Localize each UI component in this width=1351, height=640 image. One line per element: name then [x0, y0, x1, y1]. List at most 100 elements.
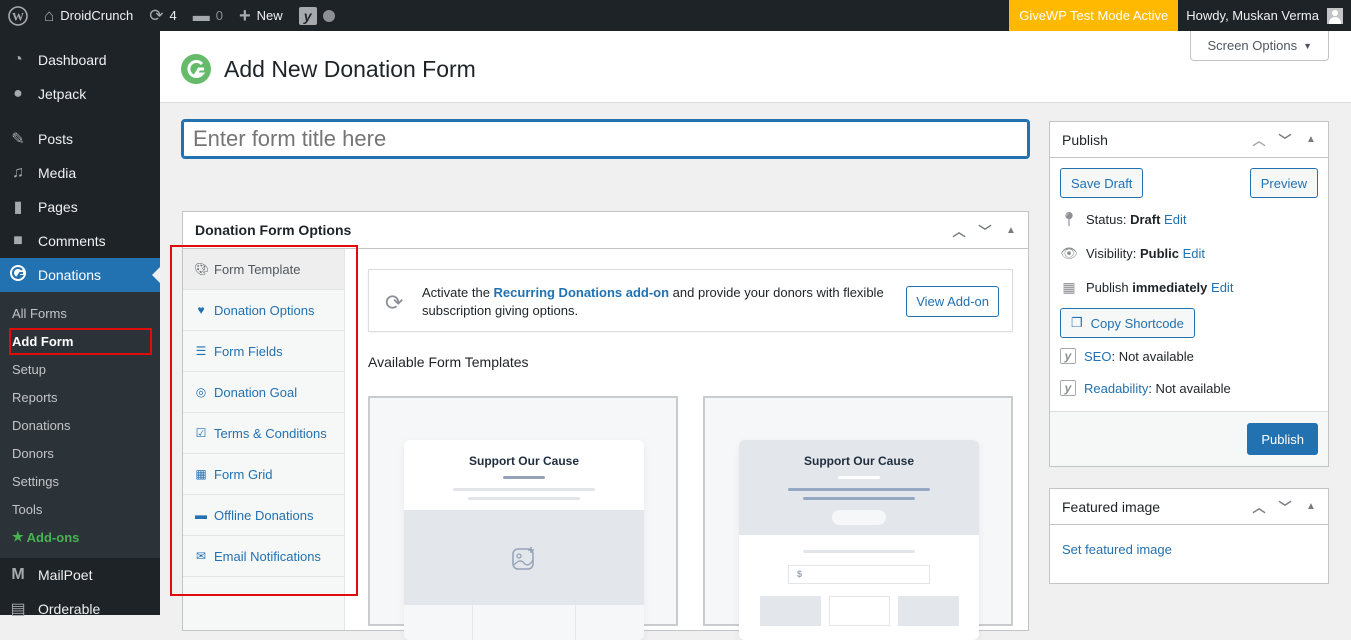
sidebar-item-media[interactable]: ♫ Media — [0, 156, 160, 190]
submenu-donors[interactable]: Donors — [0, 439, 160, 467]
tab-terms-conditions[interactable]: ☑ Terms & Conditions — [183, 413, 344, 454]
move-down-icon[interactable]: ﹀ — [1278, 130, 1292, 149]
heart-icon: ♥ — [197, 303, 205, 317]
donations-submenu: All Forms Add Form Setup Reports Donatio… — [0, 292, 160, 558]
calendar-icon: ▦ — [1062, 278, 1076, 295]
edit-visibility-link[interactable]: Edit — [1183, 246, 1205, 261]
schedule-value: immediately — [1132, 279, 1208, 295]
submenu-add-ons[interactable]: ★ Add-ons — [0, 523, 160, 551]
screen-options-button[interactable]: Screen Options ▼ — [1190, 31, 1329, 61]
pages-icon: ▮ — [13, 199, 23, 216]
submenu-reports[interactable]: Reports — [0, 383, 160, 411]
form-title-input[interactable] — [181, 119, 1030, 159]
submenu-donations[interactable]: Donations — [0, 411, 160, 439]
sidebar-item-dashboard[interactable]: ◔ Dashboard — [0, 43, 160, 77]
pin-icon: 📍︎ — [1060, 210, 1078, 227]
tab-offline-donations[interactable]: ▬ Offline Donations — [183, 495, 344, 536]
sidebar-item-comments[interactable]: ■ Comments — [0, 224, 160, 258]
template-title: Support Our Cause — [803, 454, 914, 468]
edit-status-link[interactable]: Edit — [1164, 212, 1186, 227]
tab-email-notifications[interactable]: ✉ Email Notifications — [183, 536, 344, 577]
schedule-row: ▦ Publish immediately Edit — [1050, 270, 1328, 304]
copy-shortcode-button[interactable]: ❐ Copy Shortcode — [1060, 308, 1195, 338]
sidebar-item-donations[interactable]: Donations — [0, 258, 160, 292]
seo-link[interactable]: SEO — [1084, 349, 1111, 364]
collapse-toggle-icon[interactable]: ▲ — [1304, 134, 1318, 145]
move-up-icon[interactable]: ︿ — [952, 221, 966, 240]
move-down-icon[interactable]: ﹀ — [978, 221, 992, 240]
pin-icon: ✎ — [11, 131, 25, 148]
submenu-setup[interactable]: Setup — [0, 355, 160, 383]
submenu-settings[interactable]: Settings — [0, 467, 160, 495]
readability-link[interactable]: Readability — [1084, 381, 1148, 396]
available-templates-title: Available Form Templates — [368, 354, 529, 370]
updates-link[interactable]: ⟳ 4 — [141, 0, 184, 31]
svg-text:W: W — [12, 9, 24, 23]
status-value: Draft — [1130, 211, 1161, 227]
publish-box: Publish ︿ ﹀ ▲ Save Draft Preview 📍︎ Stat… — [1049, 121, 1329, 467]
tab-donation-goal[interactable]: ◎ Donation Goal — [183, 372, 344, 413]
collapse-toggle-icon[interactable]: ▲ — [1304, 501, 1318, 512]
sidebar-item-orderable[interactable]: ▤ Orderable — [0, 592, 160, 626]
sidebar-item-mailpoet[interactable]: M MailPoet — [0, 558, 160, 592]
tab-form-template[interactable]: 🎨︎ Form Template — [183, 249, 344, 290]
site-name-link[interactable]: ⌂ DroidCrunch — [36, 0, 141, 31]
sidebar-item-posts[interactable]: ✎ Posts — [0, 122, 160, 156]
view-addon-button[interactable]: View Add-on — [906, 286, 999, 317]
submenu-all-forms[interactable]: All Forms — [0, 299, 160, 327]
caret-down-icon: ▼ — [1303, 40, 1312, 51]
submenu-label: Add-ons — [26, 529, 80, 545]
tab-label: Form Grid — [214, 466, 273, 482]
new-content-link[interactable]: + New — [231, 0, 291, 31]
recurring-icon: ⟳ — [385, 290, 404, 315]
sidebar-item-label: Donations — [38, 267, 102, 283]
tab-donation-options[interactable]: ♥ Donation Options — [183, 290, 344, 331]
submenu-add-form[interactable]: Add Form — [0, 327, 160, 355]
status-text: Status: Draft Edit — [1086, 212, 1186, 227]
tab-label: Donation Goal — [214, 384, 298, 400]
tab-label: Offline Donations — [214, 507, 314, 523]
updates-count: 4 — [169, 8, 177, 23]
save-draft-button[interactable]: Save Draft — [1060, 168, 1144, 198]
new-label: New — [256, 8, 283, 23]
collapse-toggle-icon[interactable]: ▲ — [1004, 225, 1018, 236]
preview-button[interactable]: Preview — [1249, 168, 1318, 198]
submenu-tools[interactable]: Tools — [0, 495, 160, 523]
schedule-text: Publish immediately Edit — [1086, 280, 1233, 295]
sidebar-item-pages[interactable]: ▮ Pages — [0, 190, 160, 224]
template-card-multi-step[interactable]: Support Our Cause $ — [703, 396, 1013, 640]
publish-button[interactable]: Publish — [1247, 423, 1318, 455]
comment-icon: ■ — [13, 232, 23, 249]
visibility-value: Public — [1139, 245, 1179, 261]
move-up-icon[interactable]: ︿ — [1252, 130, 1266, 149]
sidebar-item-label: Jetpack — [38, 86, 87, 102]
tab-form-grid[interactable]: ▦ Form Grid — [183, 454, 344, 495]
seo-row: y SEO: Not available — [1050, 340, 1328, 372]
move-up-icon[interactable]: ︿ — [1252, 497, 1266, 516]
sidebar-item-label: Comments — [38, 233, 106, 249]
publish-box-title: Publish — [1062, 131, 1108, 148]
set-featured-image-link[interactable]: Set featured image — [1062, 542, 1172, 557]
user-account-menu[interactable]: Howdy, Muskan Verma — [1178, 0, 1351, 31]
givewp-test-mode-badge[interactable]: GiveWP Test Mode Active — [1009, 0, 1179, 31]
notice-text: Activate the Recurring Donations add-on … — [422, 284, 902, 320]
envelope-icon: ✉ — [195, 549, 207, 563]
schedule-label: Publish — [1086, 279, 1133, 295]
template-card-classic[interactable]: Support Our Cause — [368, 396, 678, 640]
tab-label: Email Notifications — [214, 548, 321, 564]
move-down-icon[interactable]: ﹀ — [1278, 497, 1292, 516]
comments-link[interactable]: ▬ 0 — [185, 0, 231, 31]
site-name: DroidCrunch — [60, 8, 134, 23]
tab-form-fields[interactable]: ☰ Form Fields — [183, 331, 344, 372]
home-icon: ⌂ — [44, 6, 55, 25]
givewp-icon — [8, 264, 28, 287]
readability-row: y Readability: Not available — [1050, 372, 1328, 404]
givewp-logo-icon — [181, 54, 211, 84]
recurring-addon-link[interactable]: Recurring Donations add-on — [494, 285, 670, 300]
edit-schedule-link[interactable]: Edit — [1211, 280, 1233, 295]
orderable-icon: ▤ — [10, 601, 26, 618]
readability-value: : Not available — [1148, 380, 1231, 396]
yoast-menu[interactable]: y — [291, 0, 343, 31]
wordpress-logo-button[interactable]: W — [0, 0, 36, 31]
sidebar-item-jetpack[interactable]: ● Jetpack — [0, 77, 160, 111]
